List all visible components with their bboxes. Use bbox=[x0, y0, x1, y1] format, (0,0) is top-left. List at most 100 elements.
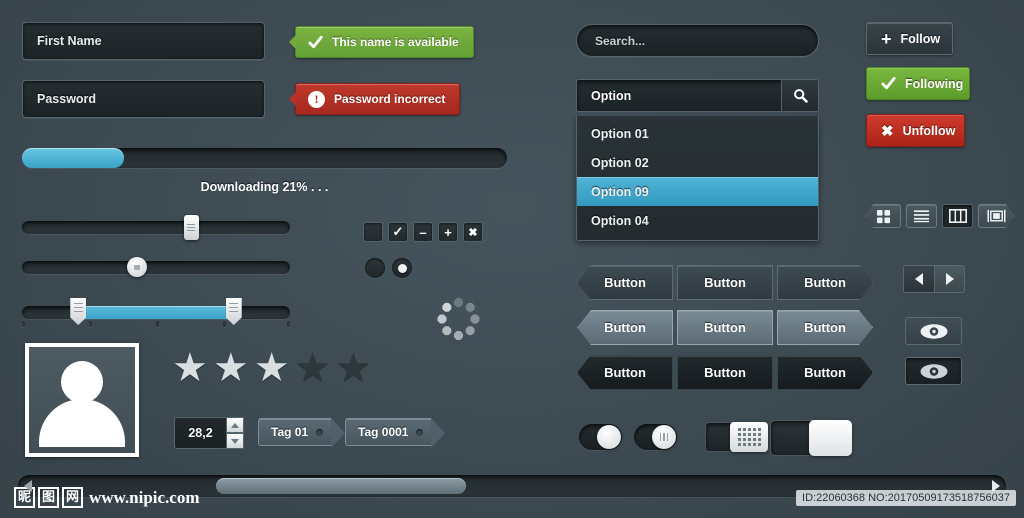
plus-icon: + bbox=[881, 28, 892, 49]
list-view-button[interactable] bbox=[906, 204, 937, 228]
scrollbar-thumb[interactable] bbox=[215, 478, 466, 494]
avatar-body bbox=[39, 399, 125, 447]
next-button[interactable] bbox=[934, 266, 964, 292]
range-fill bbox=[78, 306, 234, 319]
star-filled-icon[interactable]: ★ bbox=[172, 348, 208, 388]
grid-button[interactable]: Button bbox=[577, 355, 673, 390]
grid-button[interactable]: Button bbox=[677, 265, 773, 300]
toggle-knob[interactable] bbox=[730, 422, 768, 452]
watermark-glyph: 网 bbox=[62, 487, 83, 508]
prev-button[interactable] bbox=[904, 266, 934, 292]
grid-button[interactable]: Button bbox=[577, 310, 673, 345]
unfollow-button-label: Unfollow bbox=[902, 123, 956, 138]
tag-chip[interactable]: Tag 01 bbox=[258, 418, 346, 448]
star-filled-icon[interactable]: ★ bbox=[254, 348, 290, 388]
gallery-view-button[interactable] bbox=[978, 204, 1014, 228]
stepper-arrows[interactable] bbox=[226, 417, 244, 449]
checkbox-checked[interactable]: ✓ bbox=[388, 222, 408, 242]
follow-button-label: Follow bbox=[900, 31, 941, 46]
grip-dots-icon bbox=[737, 428, 761, 446]
stepper-down-button[interactable] bbox=[226, 433, 244, 449]
progress-fill bbox=[22, 148, 124, 168]
grid-button[interactable]: Button bbox=[777, 310, 873, 345]
grid-button[interactable]: Button bbox=[577, 265, 673, 300]
checkbox-plus[interactable]: + bbox=[438, 222, 458, 242]
minus-icon: – bbox=[419, 224, 427, 240]
avatar-head bbox=[61, 361, 103, 403]
dropdown-list[interactable]: Option 01 Option 02 Option 09 Option 04 bbox=[576, 116, 819, 241]
grid-view-button[interactable] bbox=[865, 204, 901, 228]
scroll-right-arrow-icon[interactable] bbox=[992, 480, 1000, 492]
unfollow-button[interactable]: ✖ Unfollow bbox=[866, 114, 965, 147]
dropdown-option[interactable]: Option 02 bbox=[577, 148, 818, 177]
slider-handle[interactable] bbox=[127, 257, 148, 277]
search-icon bbox=[793, 89, 808, 103]
grid-button[interactable]: Button bbox=[777, 265, 873, 300]
star-empty-icon[interactable]: ★ bbox=[295, 348, 331, 388]
toggle-knob[interactable] bbox=[597, 425, 621, 449]
watermark-glyph: 图 bbox=[38, 487, 59, 508]
scroll-left-arrow-icon[interactable] bbox=[24, 480, 32, 492]
tag-label: Tag 01 bbox=[271, 425, 309, 439]
dropdown-option[interactable]: Option 09 bbox=[577, 177, 818, 206]
image-id-label: ID:22060368 NO:20170509173518756037 bbox=[796, 490, 1016, 506]
rating-stars[interactable]: ★ ★ ★ ★ ★ bbox=[172, 348, 371, 388]
toggle-pill-small[interactable] bbox=[579, 424, 622, 450]
list-view-icon bbox=[913, 210, 930, 223]
grid-button[interactable]: Button bbox=[677, 310, 773, 345]
first-name-input[interactable]: First Name bbox=[22, 22, 265, 60]
progress-label: Downloading 21% . . . bbox=[200, 180, 329, 194]
password-input[interactable]: Password bbox=[22, 80, 265, 118]
check-icon bbox=[881, 76, 896, 90]
range-slider[interactable] bbox=[22, 298, 290, 327]
numeric-stepper[interactable]: 28,2 bbox=[174, 417, 244, 449]
toggle-pill-grip[interactable] bbox=[634, 424, 677, 450]
visibility-button-dark[interactable] bbox=[905, 357, 962, 385]
toggle-knob[interactable] bbox=[652, 425, 676, 449]
check-icon: ✓ bbox=[392, 224, 404, 239]
combo-box[interactable]: Option bbox=[576, 79, 819, 112]
slider-single-rect[interactable] bbox=[22, 215, 290, 240]
success-tooltip-label: This name is available bbox=[332, 35, 459, 49]
slider-single-round[interactable] bbox=[22, 257, 290, 277]
slider-handle[interactable] bbox=[183, 215, 199, 240]
search-placeholder: Search... bbox=[595, 33, 646, 48]
success-tooltip: This name is available bbox=[295, 26, 474, 58]
dropdown-option[interactable]: Option 01 bbox=[577, 119, 818, 148]
tag-chip[interactable]: Tag 0001 bbox=[345, 418, 447, 448]
toggle-knob[interactable] bbox=[809, 420, 852, 456]
checkbox-close[interactable]: ✖ bbox=[463, 222, 483, 242]
password-value: Password bbox=[37, 92, 97, 106]
search-input[interactable]: Search... bbox=[576, 24, 819, 57]
eye-icon bbox=[920, 363, 947, 379]
error-tooltip-label: Password incorrect bbox=[334, 92, 446, 106]
grid-button[interactable]: Button bbox=[677, 355, 773, 390]
combo-search-button[interactable] bbox=[781, 80, 818, 111]
toggle-rect[interactable] bbox=[705, 422, 768, 452]
visibility-button-light[interactable] bbox=[905, 317, 962, 345]
view-toggle-group[interactable] bbox=[865, 204, 1014, 228]
caret-down-icon bbox=[231, 438, 239, 444]
stepper-value[interactable]: 28,2 bbox=[174, 417, 226, 449]
column-view-button[interactable] bbox=[942, 204, 973, 228]
watermark: 昵图网 www.nipic.com bbox=[14, 487, 200, 508]
watermark-url: www.nipic.com bbox=[89, 487, 200, 507]
radio-on[interactable] bbox=[392, 258, 412, 278]
star-filled-icon[interactable]: ★ bbox=[213, 348, 249, 388]
column-view-icon bbox=[948, 209, 967, 223]
dropdown-option[interactable]: Option 04 bbox=[577, 206, 818, 235]
follow-button[interactable]: + Follow bbox=[866, 22, 953, 55]
radio-off[interactable] bbox=[365, 258, 385, 278]
pager-controls[interactable] bbox=[903, 265, 965, 293]
grid-button[interactable]: Button bbox=[777, 355, 873, 390]
toggle-large[interactable] bbox=[770, 420, 852, 456]
error-tooltip: ! Password incorrect bbox=[295, 83, 461, 115]
checkbox-unchecked[interactable] bbox=[363, 222, 383, 242]
download-progress-bar bbox=[22, 148, 507, 168]
checkbox-minus[interactable]: – bbox=[413, 222, 433, 242]
stepper-up-button[interactable] bbox=[226, 417, 244, 433]
star-empty-icon[interactable]: ★ bbox=[335, 348, 371, 388]
combo-value[interactable]: Option bbox=[577, 80, 781, 111]
tag-label: Tag 0001 bbox=[358, 425, 409, 439]
following-button[interactable]: Following bbox=[866, 67, 970, 100]
